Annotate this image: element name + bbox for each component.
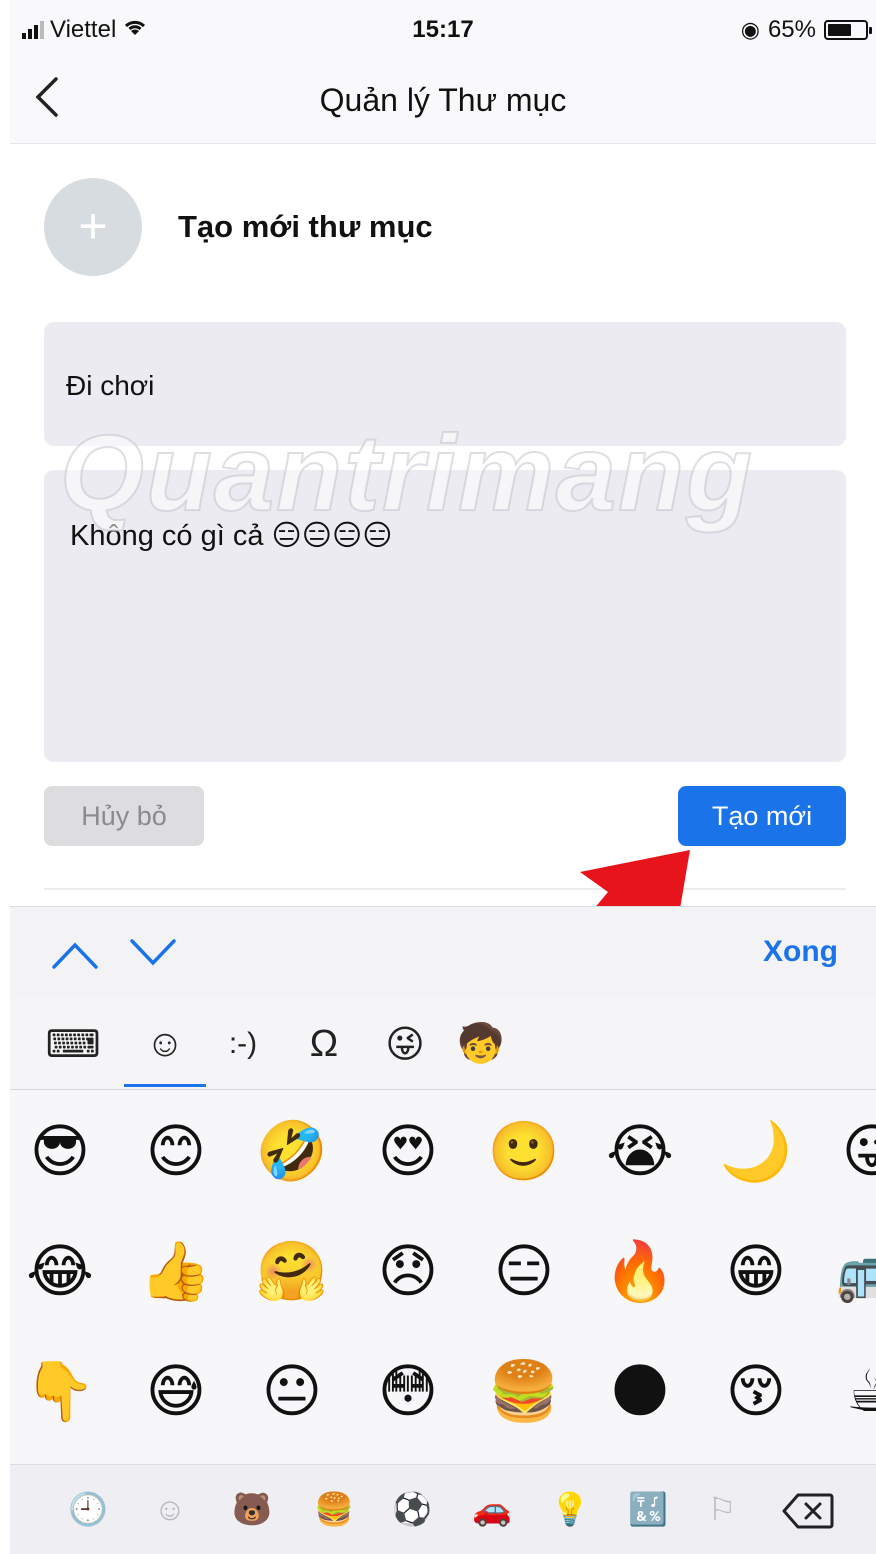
- keyboard-icon[interactable]: ⌨: [44, 1018, 102, 1070]
- emoji-key[interactable]: 😊: [136, 1112, 216, 1192]
- emoji-category-bar: 🕘 ☺ 🐻 🍔 ⚽ 🚗 💡 🔣 ⚐: [10, 1464, 876, 1554]
- emoji-key[interactable]: 🤗: [252, 1232, 332, 1312]
- cancel-button[interactable]: Hủy bỏ: [44, 786, 204, 846]
- text-emoticon-tab[interactable]: :-): [210, 1018, 276, 1070]
- sticker-face-icon[interactable]: 😜: [374, 1018, 436, 1070]
- emoji-key[interactable]: 😍: [368, 1112, 448, 1192]
- smileys-category-icon[interactable]: ☺: [148, 1487, 192, 1531]
- create-button[interactable]: Tạo mới: [678, 786, 846, 846]
- next-field-button[interactable]: [128, 933, 178, 973]
- delete-key[interactable]: [782, 1493, 834, 1529]
- emoji-key[interactable]: 👍: [136, 1232, 216, 1312]
- recent-clock-icon[interactable]: 🕘: [66, 1487, 110, 1531]
- navigation-bar: Quản lý Thư mục: [10, 62, 876, 144]
- avatar-sticker-icon[interactable]: 🧒: [450, 1018, 512, 1070]
- done-button[interactable]: Xong: [763, 935, 838, 969]
- battery-percent: 65%: [767, 16, 816, 43]
- emoji-key[interactable]: 😁: [716, 1232, 796, 1312]
- watermark-logo: Quantrimang: [59, 411, 755, 534]
- smiley-tab-icon[interactable]: ☺: [134, 1018, 196, 1070]
- emoji-key[interactable]: 😳: [368, 1352, 448, 1432]
- activity-category-icon[interactable]: ⚽: [390, 1487, 434, 1531]
- emoji-key[interactable]: 👇: [20, 1352, 100, 1432]
- emoji-key[interactable]: 😜: [832, 1112, 876, 1192]
- emoji-key[interactable]: 😚: [716, 1352, 796, 1432]
- objects-category-icon[interactable]: 💡: [548, 1487, 592, 1531]
- folder-name-value: Đi chơi: [66, 370, 155, 401]
- emoji-key[interactable]: 😅: [136, 1352, 216, 1432]
- chevron-up-icon: [52, 942, 98, 969]
- symbols-omega-icon[interactable]: Ω: [296, 1018, 352, 1070]
- orientation-lock-icon: ◉: [740, 17, 760, 42]
- page-title: Quản lý Thư mục: [319, 82, 567, 118]
- create-folder-row[interactable]: + Tạo mới thư mục: [44, 178, 433, 276]
- keyboard-accessory-bar: Xong: [10, 906, 876, 998]
- emoji-key[interactable]: 🙂: [484, 1112, 564, 1192]
- symbols-category-icon[interactable]: 🔣: [626, 1487, 670, 1531]
- emoji-key[interactable]: 😐: [252, 1352, 332, 1432]
- emoji-key[interactable]: 😑: [484, 1232, 564, 1312]
- emoji-grid: 😎 😊 🤣 😍 🙂 😭 🌙 😜 😂 👍 🤗 😞 😑 🔥 😁 🚌 👇 😅 😐 😳 …: [10, 1090, 876, 1464]
- emoji-key[interactable]: 😂: [20, 1232, 100, 1312]
- battery-icon: [824, 20, 872, 40]
- emoji-key[interactable]: 😭: [600, 1112, 680, 1192]
- chevron-down-icon: [130, 939, 176, 966]
- backspace-icon: [782, 1493, 834, 1529]
- emoji-key[interactable]: 🤣: [252, 1112, 332, 1192]
- emoji-key[interactable]: 🌑: [600, 1352, 680, 1432]
- emoji-key[interactable]: 🍔: [484, 1352, 564, 1432]
- create-folder-label: Tạo mới thư mục: [178, 209, 433, 244]
- active-tab-indicator: [124, 1084, 206, 1087]
- emoji-key[interactable]: ☕: [832, 1352, 876, 1432]
- divider: [44, 888, 846, 890]
- keyboard-mode-tabs: ⌨ ☺ :-) Ω 😜 🧒: [10, 998, 876, 1090]
- emoji-key[interactable]: 🌙: [716, 1112, 796, 1192]
- emoji-key[interactable]: 😞: [368, 1232, 448, 1312]
- emoji-key[interactable]: 😎: [20, 1112, 100, 1192]
- previous-field-button[interactable]: [50, 933, 100, 973]
- food-category-icon[interactable]: 🍔: [312, 1487, 356, 1531]
- travel-category-icon[interactable]: 🚗: [470, 1487, 514, 1531]
- emoji-key[interactable]: 🔥: [600, 1232, 680, 1312]
- emoji-key[interactable]: 🚌: [832, 1232, 876, 1312]
- flags-category-icon[interactable]: ⚐: [700, 1487, 744, 1531]
- plus-icon[interactable]: +: [44, 178, 142, 276]
- status-bar: Viettel 15:17 ◉ 65%: [10, 0, 876, 62]
- animals-category-icon[interactable]: 🐻: [230, 1487, 274, 1531]
- battery-group: ◉ 65%: [740, 16, 872, 44]
